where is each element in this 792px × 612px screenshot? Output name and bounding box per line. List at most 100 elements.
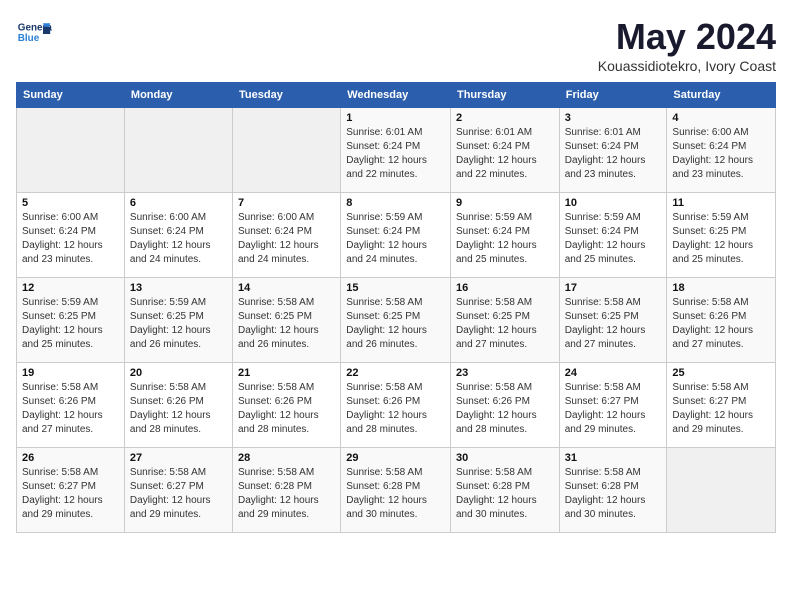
day-info: Sunrise: 5:58 AMSunset: 6:28 PMDaylight:… <box>346 466 445 522</box>
calendar-cell: 2 Sunrise: 6:01 AMSunset: 6:24 PMDaylight… <box>450 108 559 193</box>
day-number: 16 <box>456 282 554 294</box>
calendar-cell: 19Sunrise: 5:58 AMSunset: 6:26 PMDayligh… <box>17 363 125 448</box>
calendar-table: SundayMondayTuesdayWednesdayThursdayFrid… <box>16 82 776 533</box>
day-info: Sunrise: 6:01 AMSunset: 6:24 PMDaylight:… <box>565 126 662 182</box>
calendar-cell: 8Sunrise: 5:59 AMSunset: 6:24 PMDaylight… <box>341 193 451 278</box>
calendar-cell: 31 Sunrise: 5:58 AMSunset: 6:28 PMDayligh… <box>559 448 667 533</box>
day-info: Sunrise: 5:58 AMSunset: 6:27 PMDaylight:… <box>565 381 662 437</box>
col-header-tuesday: Tuesday <box>233 83 341 108</box>
col-header-friday: Friday <box>559 83 667 108</box>
day-info: Sunrise: 5:58 AMSunset: 6:27 PMDaylight:… <box>22 466 119 522</box>
day-info: Sunrise: 5:59 AMSunset: 6:24 PMDaylight:… <box>346 211 445 267</box>
day-number: 11 <box>672 197 770 209</box>
calendar-cell: 22 Sunrise: 5:58 AMSunset: 6:26 PMDayligh… <box>341 363 451 448</box>
calendar-cell: 16Sunrise: 5:58 AMSunset: 6:25 PMDayligh… <box>450 278 559 363</box>
calendar-cell <box>667 448 776 533</box>
day-info: Sunrise: 6:00 AMSunset: 6:24 PMDaylight:… <box>238 211 335 267</box>
calendar-cell: 29 Sunrise: 5:58 AMSunset: 6:28 PMDayligh… <box>341 448 451 533</box>
calendar-cell: 11Sunrise: 5:59 AMSunset: 6:25 PMDayligh… <box>667 193 776 278</box>
col-header-sunday: Sunday <box>17 83 125 108</box>
day-info: Sunrise: 5:58 AMSunset: 6:28 PMDaylight:… <box>565 466 662 522</box>
svg-text:Blue: Blue <box>18 33 40 44</box>
day-number: 31 <box>565 452 662 464</box>
week-row-2: 5 Sunrise: 6:00 AMSunset: 6:24 PMDaylight… <box>17 193 776 278</box>
day-number: 15 <box>346 282 445 294</box>
calendar-cell: 15 Sunrise: 5:58 AMSunset: 6:25 PMDayligh… <box>341 278 451 363</box>
day-number: 13 <box>130 282 227 294</box>
day-number: 18 <box>672 282 770 294</box>
day-number: 7 <box>238 197 335 209</box>
calendar-cell: 6 Sunrise: 6:00 AMSunset: 6:24 PMDaylight… <box>124 193 232 278</box>
col-header-saturday: Saturday <box>667 83 776 108</box>
calendar-cell: 14Sunrise: 5:58 AMSunset: 6:25 PMDayligh… <box>233 278 341 363</box>
day-info: Sunrise: 5:59 AMSunset: 6:25 PMDaylight:… <box>22 296 119 352</box>
calendar-cell: 23 Sunrise: 5:58 AMSunset: 6:26 PMDayligh… <box>450 363 559 448</box>
col-header-thursday: Thursday <box>450 83 559 108</box>
day-info: Sunrise: 5:58 AMSunset: 6:26 PMDaylight:… <box>346 381 445 437</box>
col-header-monday: Monday <box>124 83 232 108</box>
day-number: 3 <box>565 112 662 124</box>
header-row: SundayMondayTuesdayWednesdayThursdayFrid… <box>17 83 776 108</box>
calendar-cell: 10 Sunrise: 5:59 AMSunset: 6:24 PMDayligh… <box>559 193 667 278</box>
calendar-cell: 18Sunrise: 5:58 AMSunset: 6:26 PMDayligh… <box>667 278 776 363</box>
week-row-4: 19 Sunrise: 5:58 AMSunset: 6:26 PMDayligh… <box>17 363 776 448</box>
day-info: Sunrise: 5:58 AMSunset: 6:28 PMDaylight:… <box>456 466 554 522</box>
day-number: 4 <box>672 112 770 124</box>
day-number: 25 <box>672 367 770 379</box>
day-info: Sunrise: 5:58 AMSunset: 6:28 PMDaylight:… <box>238 466 335 522</box>
day-number: 29 <box>346 452 445 464</box>
calendar-cell <box>233 108 341 193</box>
calendar-cell <box>124 108 232 193</box>
calendar-cell: 24Sunrise: 5:58 AMSunset: 6:27 PMDayligh… <box>559 363 667 448</box>
day-info: Sunrise: 6:00 AMSunset: 6:24 PMDaylight:… <box>22 211 119 267</box>
day-info: Sunrise: 6:01 AMSunset: 6:24 PMDaylight:… <box>346 126 445 182</box>
calendar-cell: 3 Sunrise: 6:01 AMSunset: 6:24 PMDaylight… <box>559 108 667 193</box>
day-number: 26 <box>22 452 119 464</box>
day-number: 12 <box>22 282 119 294</box>
logo: General Blue <box>16 16 52 52</box>
calendar-cell: 4 Sunrise: 6:00 AMSunset: 6:24 PMDaylight… <box>667 108 776 193</box>
day-number: 23 <box>456 367 554 379</box>
day-number: 19 <box>22 367 119 379</box>
day-info: Sunrise: 5:59 AMSunset: 6:24 PMDaylight:… <box>565 211 662 267</box>
day-info: Sunrise: 5:59 AMSunset: 6:25 PMDaylight:… <box>130 296 227 352</box>
day-number: 22 <box>346 367 445 379</box>
day-info: Sunrise: 5:58 AMSunset: 6:26 PMDaylight:… <box>456 381 554 437</box>
day-number: 17 <box>565 282 662 294</box>
day-number: 21 <box>238 367 335 379</box>
day-info: Sunrise: 6:00 AMSunset: 6:24 PMDaylight:… <box>130 211 227 267</box>
calendar-cell: 21Sunrise: 5:58 AMSunset: 6:26 PMDayligh… <box>233 363 341 448</box>
day-number: 10 <box>565 197 662 209</box>
calendar-cell: 17 Sunrise: 5:58 AMSunset: 6:25 PMDayligh… <box>559 278 667 363</box>
day-info: Sunrise: 5:59 AMSunset: 6:24 PMDaylight:… <box>456 211 554 267</box>
day-number: 30 <box>456 452 554 464</box>
calendar-cell: 25 Sunrise: 5:58 AMSunset: 6:27 PMDayligh… <box>667 363 776 448</box>
week-row-5: 26 Sunrise: 5:58 AMSunset: 6:27 PMDayligh… <box>17 448 776 533</box>
calendar-cell <box>17 108 125 193</box>
day-number: 6 <box>130 197 227 209</box>
day-number: 28 <box>238 452 335 464</box>
day-info: Sunrise: 6:01 AMSunset: 6:24 PMDaylight:… <box>456 126 554 182</box>
calendar-cell: 7 Sunrise: 6:00 AMSunset: 6:24 PMDaylight… <box>233 193 341 278</box>
calendar-cell: 27Sunrise: 5:58 AMSunset: 6:27 PMDayligh… <box>124 448 232 533</box>
day-info: Sunrise: 6:00 AMSunset: 6:24 PMDaylight:… <box>672 126 770 182</box>
day-info: Sunrise: 5:58 AMSunset: 6:25 PMDaylight:… <box>565 296 662 352</box>
calendar-cell: 30 Sunrise: 5:58 AMSunset: 6:28 PMDayligh… <box>450 448 559 533</box>
location: Kouassidiotekro, Ivory Coast <box>598 58 776 74</box>
calendar-cell: 26 Sunrise: 5:58 AMSunset: 6:27 PMDayligh… <box>17 448 125 533</box>
calendar-cell: 12 Sunrise: 5:59 AMSunset: 6:25 PMDayligh… <box>17 278 125 363</box>
logo-icon: General Blue <box>16 16 52 52</box>
title-block: May 2024 Kouassidiotekro, Ivory Coast <box>598 16 776 74</box>
day-number: 1 <box>346 112 445 124</box>
calendar-cell: 13 Sunrise: 5:59 AMSunset: 6:25 PMDayligh… <box>124 278 232 363</box>
day-number: 2 <box>456 112 554 124</box>
day-info: Sunrise: 5:58 AMSunset: 6:26 PMDaylight:… <box>130 381 227 437</box>
day-info: Sunrise: 5:58 AMSunset: 6:25 PMDaylight:… <box>346 296 445 352</box>
month-title: May 2024 <box>598 16 776 58</box>
day-number: 27 <box>130 452 227 464</box>
day-info: Sunrise: 5:58 AMSunset: 6:27 PMDaylight:… <box>672 381 770 437</box>
week-row-3: 12 Sunrise: 5:59 AMSunset: 6:25 PMDayligh… <box>17 278 776 363</box>
day-number: 20 <box>130 367 227 379</box>
calendar-cell: 9Sunrise: 5:59 AMSunset: 6:24 PMDaylight… <box>450 193 559 278</box>
day-number: 5 <box>22 197 119 209</box>
